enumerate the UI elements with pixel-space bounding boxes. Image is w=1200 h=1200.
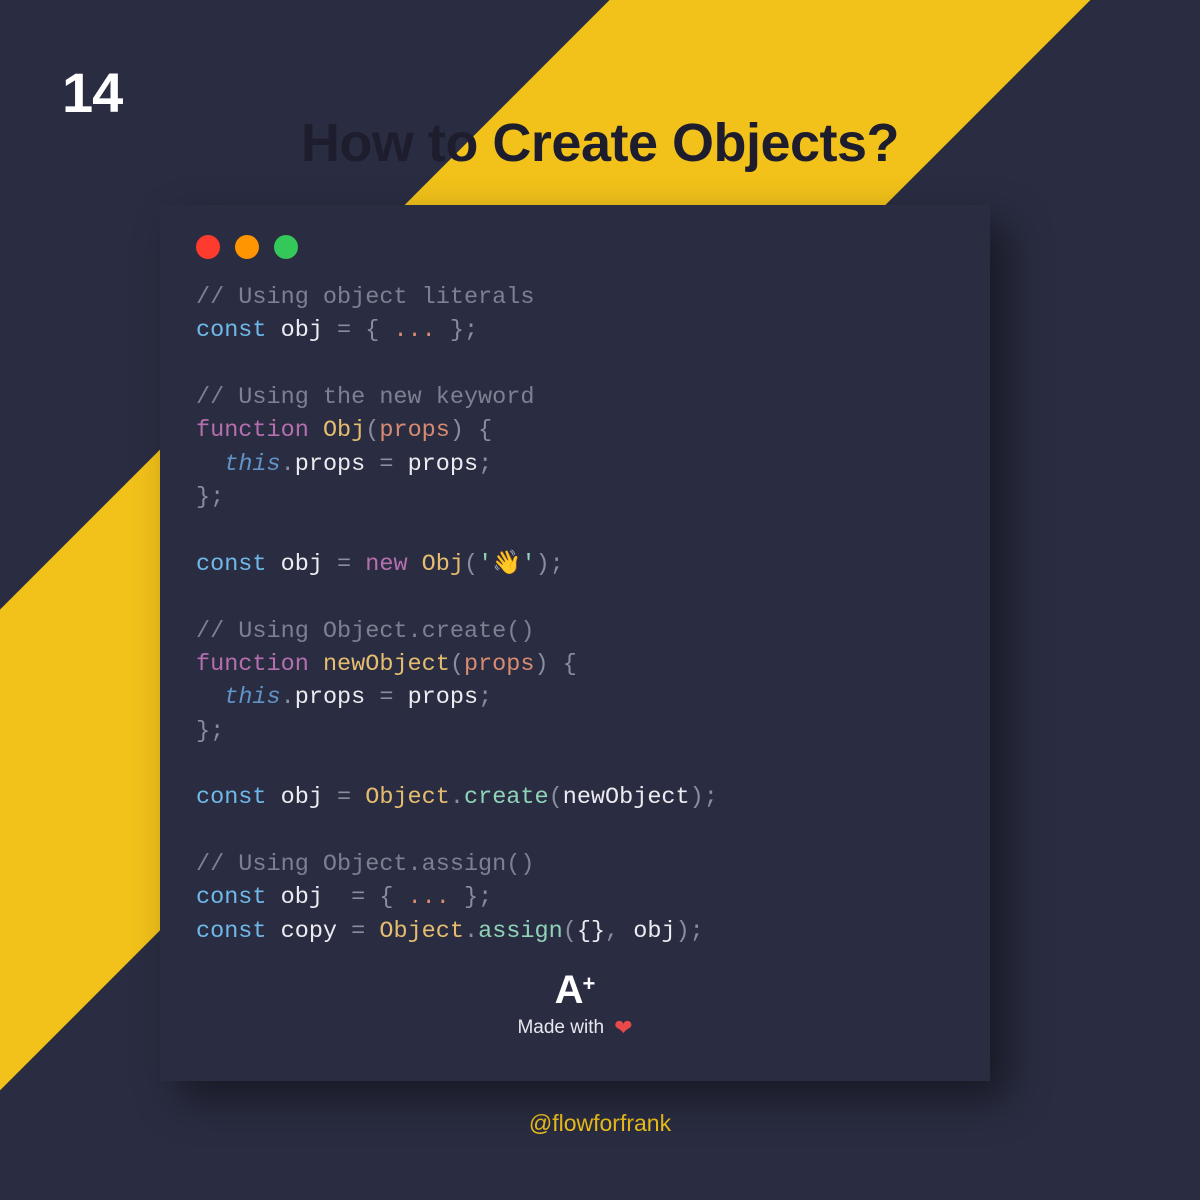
code-prop: props (295, 451, 366, 478)
code-punc: . (450, 784, 464, 811)
code-keyword: const (196, 784, 267, 811)
code-comment: // Using the new keyword (196, 384, 534, 411)
code-var: obj (281, 784, 323, 811)
code-window: // Using object literals const obj = { .… (160, 205, 990, 1081)
code-punc: ); (536, 551, 564, 578)
code-punc: , (605, 918, 633, 945)
code-keyword: const (196, 884, 267, 911)
code-punc: = (365, 684, 407, 711)
code-string: ' (478, 551, 492, 578)
code-class: Object (379, 918, 464, 945)
code-punc: }; (450, 884, 492, 911)
code-prop: props (295, 684, 366, 711)
code-punc: ( (464, 551, 478, 578)
code-this: this (224, 684, 280, 711)
heart-icon: ❤ (614, 1015, 632, 1041)
footer: A+ Made with ❤ (196, 968, 954, 1041)
code-punc: { (549, 651, 577, 678)
minimize-icon (235, 235, 259, 259)
code-punc: = (365, 451, 407, 478)
code-string: ' (521, 551, 535, 578)
code-var: copy (281, 918, 337, 945)
code-keyword: const (196, 317, 267, 344)
code-keyword: const (196, 551, 267, 578)
code-fn-name: Obj (323, 417, 365, 444)
code-punc: ( (450, 651, 464, 678)
code-punc: ( (549, 784, 563, 811)
logo-plus: + (583, 971, 596, 997)
code-punc: = (323, 551, 365, 578)
code-method: assign (478, 918, 563, 945)
code-punc: }; (196, 718, 224, 745)
code-punc: . (464, 918, 478, 945)
code-var: obj (281, 317, 323, 344)
code-punc: ; (478, 451, 492, 478)
code-keyword: const (196, 918, 267, 945)
code-block: // Using object literals const obj = { .… (196, 281, 954, 948)
code-class: Obj (422, 551, 464, 578)
code-spread: ... (408, 884, 450, 911)
code-keyword: new (365, 551, 407, 578)
social-handle: @flowforfrank (0, 1110, 1200, 1137)
code-punc: ( (365, 417, 379, 444)
code-punc: }; (196, 484, 224, 511)
code-arg: obj (633, 918, 675, 945)
code-punc: ) (534, 651, 548, 678)
made-with-text: Made with (517, 1017, 604, 1039)
code-var: obj (281, 551, 323, 578)
code-comment: // Using Object.create() (196, 618, 534, 645)
code-comment: // Using Object.assign() (196, 851, 534, 878)
code-punc: . (281, 684, 295, 711)
code-comment: // Using object literals (196, 284, 534, 311)
code-prop: props (408, 451, 479, 478)
code-arg: {} (577, 918, 605, 945)
code-punc: = { (323, 317, 394, 344)
code-param: props (379, 417, 450, 444)
window-controls (196, 235, 954, 259)
code-punc: ); (676, 918, 704, 945)
code-prop: props (408, 684, 479, 711)
page-title: How to Create Objects? (0, 112, 1200, 174)
code-punc: = (337, 918, 379, 945)
code-var: obj (281, 884, 337, 911)
wave-emoji-icon: 👋 (492, 551, 521, 578)
logo-letter: A (555, 968, 581, 1013)
code-punc: ); (690, 784, 718, 811)
code-fn-name: newObject (323, 651, 450, 678)
code-this: this (224, 451, 280, 478)
footer-logo: A+ (555, 968, 596, 1013)
code-punc: }; (436, 317, 478, 344)
code-space (408, 551, 422, 578)
code-method: create (464, 784, 549, 811)
code-punc: { (464, 417, 492, 444)
code-keyword: function (196, 417, 309, 444)
close-icon (196, 235, 220, 259)
footer-made-with: Made with ❤ (196, 1015, 954, 1041)
maximize-icon (274, 235, 298, 259)
code-class: Object (365, 784, 450, 811)
code-punc: ( (563, 918, 577, 945)
code-punc: ; (478, 684, 492, 711)
code-punc: = { (337, 884, 408, 911)
code-arg: newObject (563, 784, 690, 811)
code-param: props (464, 651, 535, 678)
code-spread: ... (393, 317, 435, 344)
code-punc: = (323, 784, 365, 811)
code-punc: . (281, 451, 295, 478)
code-punc: ) (450, 417, 464, 444)
code-keyword: function (196, 651, 309, 678)
